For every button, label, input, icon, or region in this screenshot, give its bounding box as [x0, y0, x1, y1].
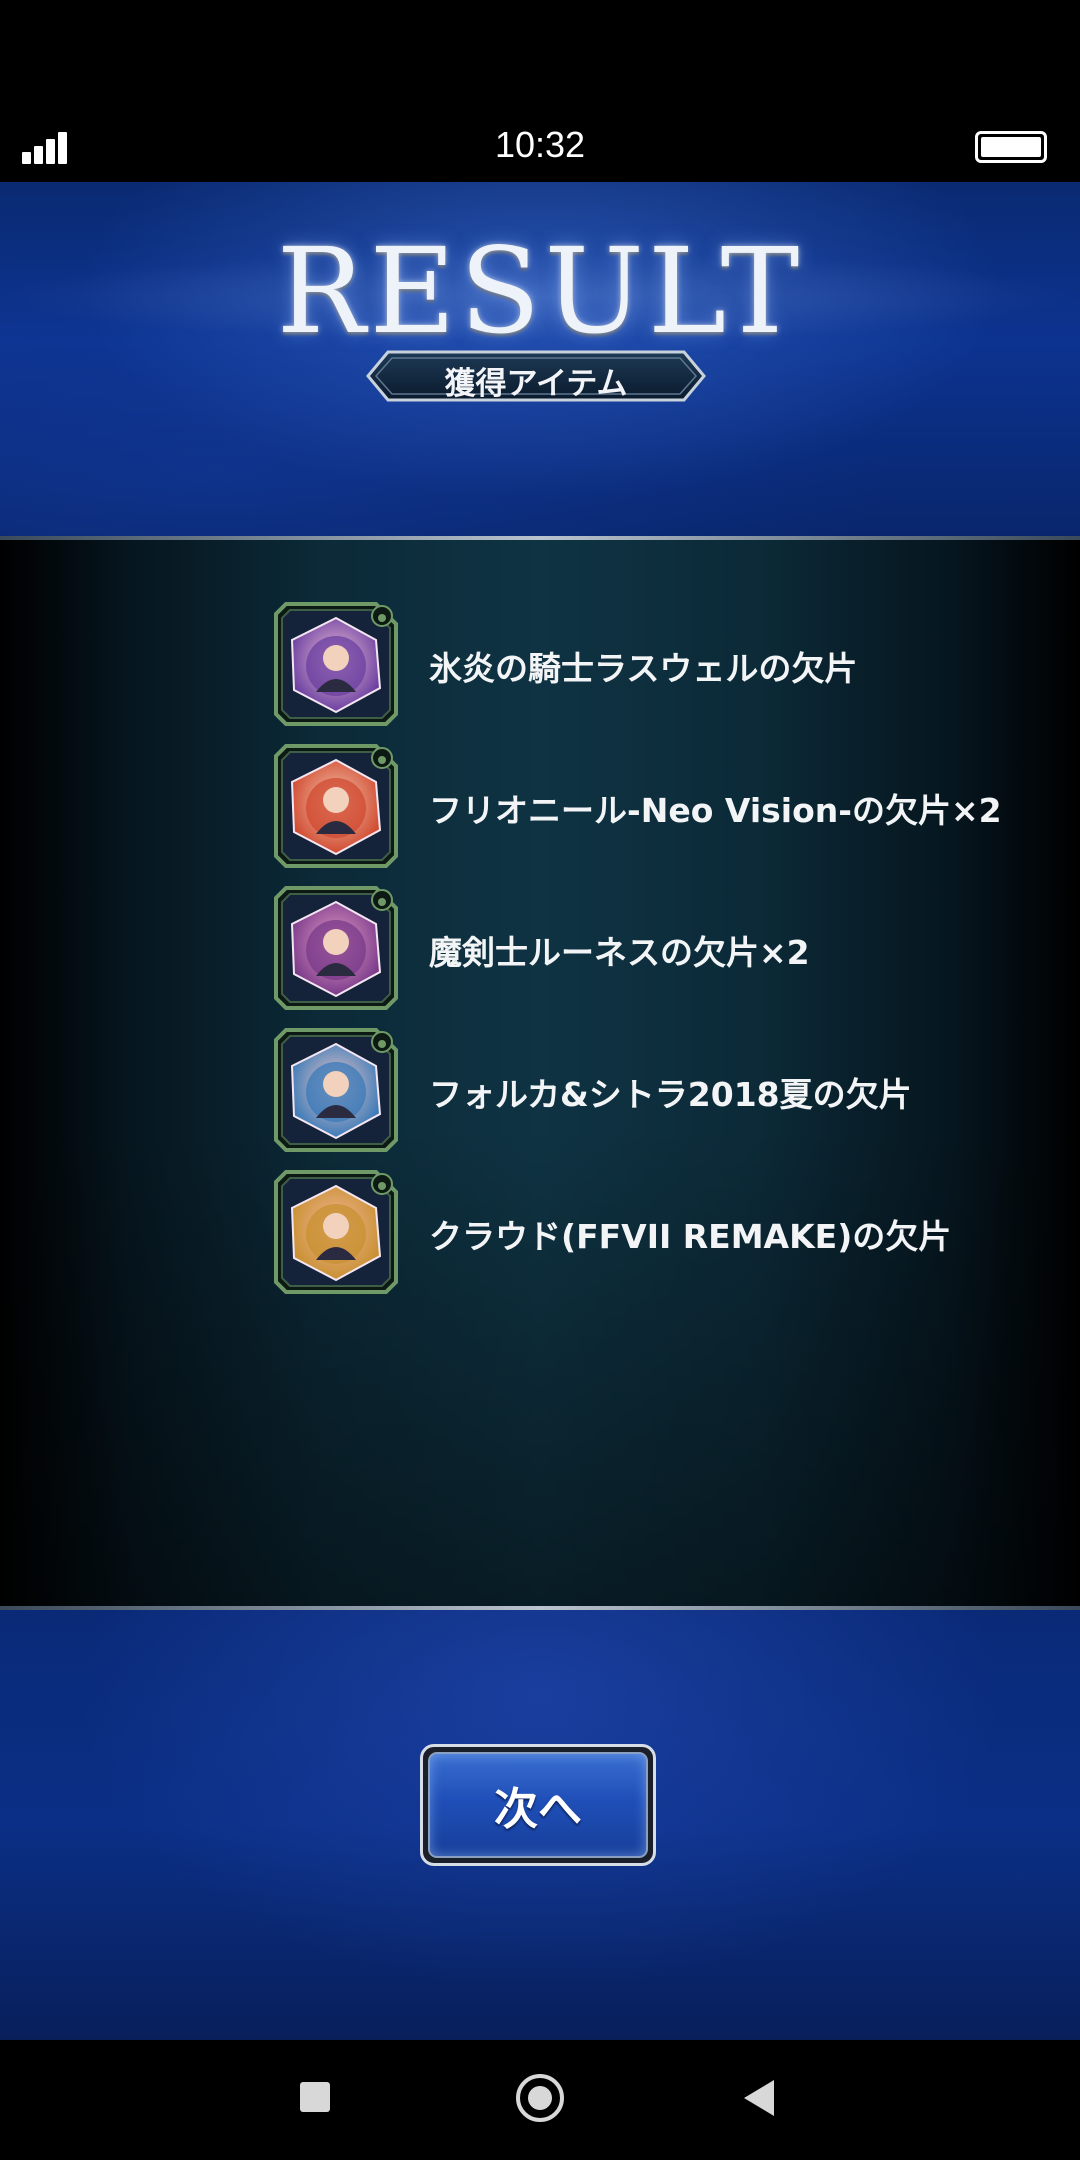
next-button-face[interactable]: 次へ [428, 1752, 648, 1858]
home-icon[interactable] [516, 2074, 564, 2122]
result-footer: 次へ [0, 1610, 1080, 2040]
next-button-label: 次へ [494, 1784, 582, 1835]
status-bar: 10:32 [0, 0, 1080, 180]
item-list: 氷炎の騎士ラスウェルの欠片 フリオニール-Neo Vision-の欠片×2 魔剣… [0, 540, 1080, 1606]
item-label: 氷炎の騎士ラスウェルの欠片 [429, 649, 858, 688]
result-header: RESULT 獲得アイテム [0, 182, 1080, 538]
character-shard-icon [272, 1026, 400, 1154]
system-nav-bar [0, 2040, 1080, 2160]
status-time: 10:32 [494, 124, 586, 165]
character-shard-icon [272, 742, 400, 870]
list-item: 魔剣士ルーネスの欠片×2 [272, 884, 1052, 1012]
recent-apps-icon[interactable] [300, 2082, 330, 2112]
item-label: 魔剣士ルーネスの欠片×2 [429, 933, 810, 972]
item-label: フリオニール-Neo Vision-の欠片×2 [429, 791, 1002, 830]
character-shard-icon [272, 600, 400, 728]
subtitle-banner: 獲得アイテム [364, 350, 708, 402]
character-shard-icon [272, 884, 400, 1012]
item-label: クラウド(FFVII REMAKE)の欠片 [429, 1217, 952, 1256]
list-item: フォルカ&シトラ2018夏の欠片 [272, 1026, 1052, 1154]
page-title: RESULT [276, 222, 804, 360]
subtitle-label: 獲得アイテム [444, 366, 628, 402]
list-item: クラウド(FFVII REMAKE)の欠片 [272, 1168, 1052, 1296]
list-item: フリオニール-Neo Vision-の欠片×2 [272, 742, 1052, 870]
battery-icon [975, 131, 1047, 163]
list-item: 氷炎の騎士ラスウェルの欠片 [272, 600, 1052, 728]
back-icon[interactable] [744, 2080, 774, 2116]
result-screen: 10:32 RESULT 獲得アイテム 氷炎の騎士ラスウェルの欠片 フリオニール… [0, 0, 1080, 2160]
next-button[interactable]: 次へ [420, 1744, 656, 1866]
character-shard-icon [272, 1168, 400, 1296]
item-label: フォルカ&シトラ2018夏の欠片 [429, 1075, 912, 1114]
